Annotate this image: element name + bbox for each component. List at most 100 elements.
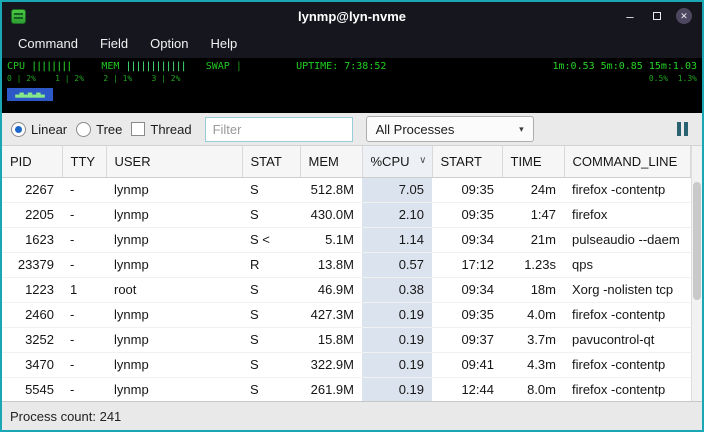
cell-mem[interactable]: 322.9M xyxy=(300,352,362,377)
cell-pid[interactable]: 3252 xyxy=(2,327,62,352)
table-row[interactable]: 5545-lynmpS261.9M0.1912:448.0mfirefox -c… xyxy=(2,377,691,401)
cell-user[interactable]: lynmp xyxy=(106,302,242,327)
cell-mem[interactable]: 5.1M xyxy=(300,227,362,252)
checkbox-thread-control[interactable] xyxy=(131,122,145,136)
cell-tty[interactable]: - xyxy=(62,177,106,202)
cell-stat[interactable]: S xyxy=(242,352,300,377)
close-button[interactable]: ✕ xyxy=(676,8,692,24)
menu-help[interactable]: Help xyxy=(199,30,248,58)
cell-start[interactable]: 09:41 xyxy=(432,352,502,377)
radio-tree[interactable]: Tree xyxy=(76,122,122,137)
cell-command-line[interactable]: firefox -contentp xyxy=(564,302,691,327)
cell-time[interactable]: 4.3m xyxy=(502,352,564,377)
cell-tty[interactable]: - xyxy=(62,327,106,352)
pause-button[interactable] xyxy=(672,118,693,140)
cell-mem[interactable]: 15.8M xyxy=(300,327,362,352)
radio-linear[interactable]: Linear xyxy=(11,122,67,137)
cell-command-line[interactable]: pavucontrol-qt xyxy=(564,327,691,352)
cell-command-line[interactable]: firefox xyxy=(564,202,691,227)
cell-tty[interactable]: - xyxy=(62,302,106,327)
cell-start[interactable]: 09:35 xyxy=(432,302,502,327)
cell-cpu[interactable]: 7.05 xyxy=(362,177,432,202)
column-header-time[interactable]: TIME xyxy=(502,146,564,177)
cell-stat[interactable]: S xyxy=(242,302,300,327)
cell-start[interactable]: 09:37 xyxy=(432,327,502,352)
cell-user[interactable]: lynmp xyxy=(106,252,242,277)
cell-command-line[interactable]: pulseaudio --daem xyxy=(564,227,691,252)
cell-start[interactable]: 12:44 xyxy=(432,377,502,401)
cell-cpu[interactable]: 0.57 xyxy=(362,252,432,277)
menu-option[interactable]: Option xyxy=(139,30,199,58)
maximize-button[interactable] xyxy=(649,8,665,24)
cell-start[interactable]: 09:35 xyxy=(432,177,502,202)
cell-time[interactable]: 24m xyxy=(502,177,564,202)
table-row[interactable]: 2205-lynmpS430.0M2.1009:351:47firefox xyxy=(2,202,691,227)
table-scrollbar[interactable] xyxy=(691,146,702,401)
cell-user[interactable]: lynmp xyxy=(106,327,242,352)
cell-command-line[interactable]: firefox -contentp xyxy=(564,377,691,401)
cell-start[interactable]: 09:35 xyxy=(432,202,502,227)
cell-stat[interactable]: S xyxy=(242,377,300,401)
table-row[interactable]: 2267-lynmpS512.8M7.0509:3524mfirefox -co… xyxy=(2,177,691,202)
cell-pid[interactable]: 2267 xyxy=(2,177,62,202)
table-row[interactable]: 12231rootS46.9M0.3809:3418mXorg -noliste… xyxy=(2,277,691,302)
cell-mem[interactable]: 46.9M xyxy=(300,277,362,302)
cell-stat[interactable]: S xyxy=(242,277,300,302)
cell-user[interactable]: root xyxy=(106,277,242,302)
cell-pid[interactable]: 3470 xyxy=(2,352,62,377)
cell-stat[interactable]: R xyxy=(242,252,300,277)
titlebar[interactable]: lynmp@lyn-nvme – ✕ xyxy=(2,2,702,30)
column-header-pid[interactable]: PID xyxy=(2,146,62,177)
cell-cpu[interactable]: 0.19 xyxy=(362,377,432,401)
cell-pid[interactable]: 2460 xyxy=(2,302,62,327)
cell-time[interactable]: 4.0m xyxy=(502,302,564,327)
cell-cpu[interactable]: 1.14 xyxy=(362,227,432,252)
cell-stat[interactable]: S < xyxy=(242,227,300,252)
cell-pid[interactable]: 2205 xyxy=(2,202,62,227)
cell-mem[interactable]: 427.3M xyxy=(300,302,362,327)
table-row[interactable]: 23379-lynmpR13.8M0.5717:121.23sqps xyxy=(2,252,691,277)
column-header-stat[interactable]: STAT xyxy=(242,146,300,177)
table-row[interactable]: 2460-lynmpS427.3M0.1909:354.0mfirefox -c… xyxy=(2,302,691,327)
menu-command[interactable]: Command xyxy=(7,30,89,58)
cell-tty[interactable]: - xyxy=(62,202,106,227)
cell-user[interactable]: lynmp xyxy=(106,227,242,252)
column-header-cpu[interactable]: %CPU∨ xyxy=(362,146,432,177)
column-header-tty[interactable]: TTY xyxy=(62,146,106,177)
cell-cpu[interactable]: 0.38 xyxy=(362,277,432,302)
filter-input[interactable] xyxy=(205,117,353,142)
cell-command-line[interactable]: firefox -contentp xyxy=(564,177,691,202)
cell-command-line[interactable]: qps xyxy=(564,252,691,277)
column-header-user[interactable]: USER xyxy=(106,146,242,177)
cell-command-line[interactable]: firefox -contentp xyxy=(564,352,691,377)
table-row[interactable]: 3252-lynmpS15.8M0.1909:373.7mpavucontrol… xyxy=(2,327,691,352)
cell-user[interactable]: lynmp xyxy=(106,352,242,377)
cell-tty[interactable]: - xyxy=(62,252,106,277)
column-header-command-line[interactable]: COMMAND_LINE xyxy=(564,146,691,177)
cell-tty[interactable]: - xyxy=(62,377,106,401)
cell-stat[interactable]: S xyxy=(242,202,300,227)
cell-tty[interactable]: - xyxy=(62,227,106,252)
cell-start[interactable]: 17:12 xyxy=(432,252,502,277)
radio-linear-control[interactable] xyxy=(11,122,26,137)
cell-stat[interactable]: S xyxy=(242,327,300,352)
scrollbar-thumb[interactable] xyxy=(693,182,701,300)
cell-start[interactable]: 09:34 xyxy=(432,277,502,302)
cell-tty[interactable]: - xyxy=(62,352,106,377)
process-filter-select[interactable]: All Processes ▾ xyxy=(366,116,534,142)
cell-time[interactable]: 1.23s xyxy=(502,252,564,277)
radio-tree-control[interactable] xyxy=(76,122,91,137)
checkbox-thread[interactable]: Thread xyxy=(131,122,191,137)
cell-user[interactable]: lynmp xyxy=(106,202,242,227)
table-row[interactable]: 3470-lynmpS322.9M0.1909:414.3mfirefox -c… xyxy=(2,352,691,377)
cell-cpu[interactable]: 0.19 xyxy=(362,352,432,377)
cell-mem[interactable]: 430.0M xyxy=(300,202,362,227)
cell-time[interactable]: 3.7m xyxy=(502,327,564,352)
cell-mem[interactable]: 261.9M xyxy=(300,377,362,401)
cell-pid[interactable]: 5545 xyxy=(2,377,62,401)
cell-command-line[interactable]: Xorg -nolisten tcp xyxy=(564,277,691,302)
cell-time[interactable]: 1:47 xyxy=(502,202,564,227)
cell-cpu[interactable]: 2.10 xyxy=(362,202,432,227)
cell-mem[interactable]: 13.8M xyxy=(300,252,362,277)
cell-user[interactable]: lynmp xyxy=(106,377,242,401)
